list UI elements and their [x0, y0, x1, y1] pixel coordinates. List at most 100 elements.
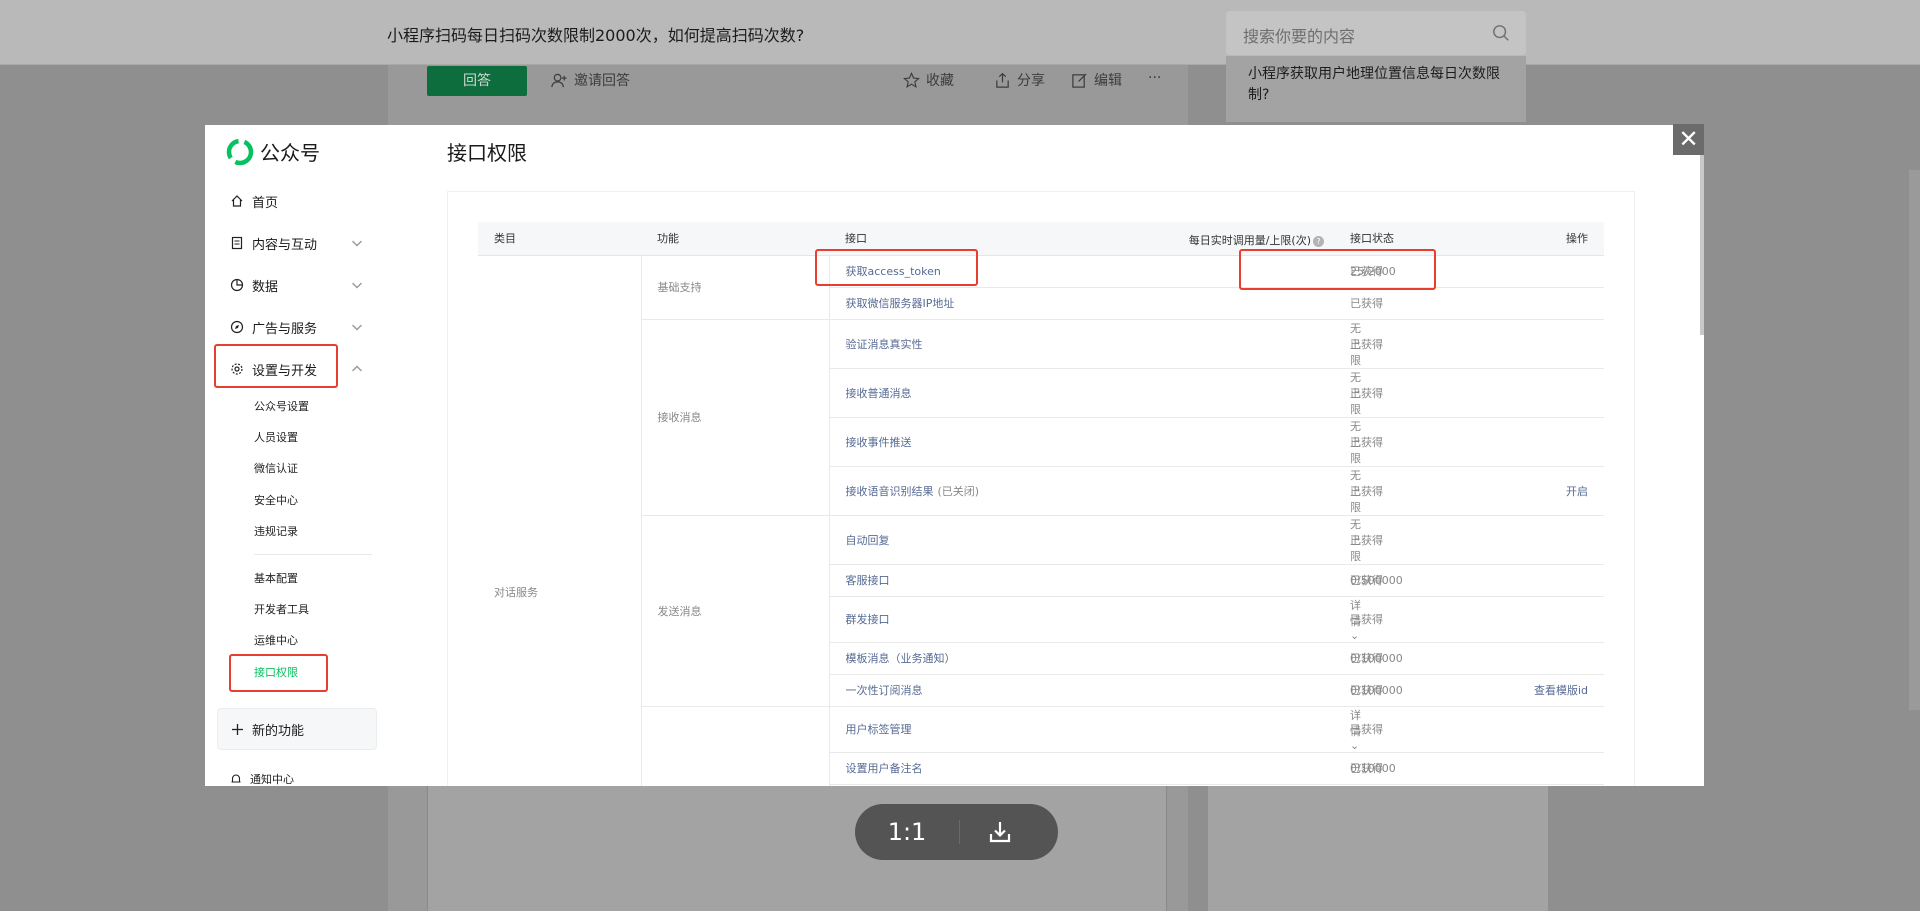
answer-button[interactable]: 回答 — [427, 66, 527, 96]
header-function: 功能 — [641, 222, 829, 256]
sub-nav-account-settings[interactable]: 公众号设置 — [254, 398, 309, 414]
api-name[interactable]: 接收事件推送 — [846, 436, 912, 449]
edit-label: 编辑 — [1094, 73, 1122, 89]
api-name[interactable]: 自动回复 — [846, 534, 890, 547]
operation-cell — [1464, 368, 1604, 418]
operation-cell — [1464, 752, 1604, 785]
api-note: (已关闭) — [937, 484, 980, 498]
related-question-link[interactable]: 小程序获取用户地理位置信息每日次数限制? — [1248, 64, 1518, 106]
highlight-box-token-limit — [1239, 249, 1436, 290]
operation-cell — [1464, 417, 1604, 467]
api-name[interactable]: 模板消息（业务通知） — [846, 652, 956, 665]
close-preview-button[interactable]: ✕ — [1673, 124, 1704, 155]
operation-cell — [1464, 642, 1604, 675]
api-name-cell[interactable]: 用户标签管理 — [829, 706, 1334, 753]
api-name-cell[interactable]: 自动回复 — [829, 515, 1334, 565]
nav-item-ads[interactable]: 广告与服务 — [230, 316, 362, 338]
api-name-cell[interactable]: 模板消息（业务通知） — [829, 642, 1334, 675]
nav-item-label: 内容与互动 — [252, 237, 318, 253]
search-icon[interactable] — [1492, 24, 1510, 42]
nav-item-data[interactable]: 数据 — [230, 274, 362, 296]
api-name-cell[interactable]: 接收普通消息 — [829, 368, 1334, 418]
function-group-cell: 发送消息 — [641, 515, 830, 707]
api-name-cell[interactable]: 获取微信服务器IP地址 — [829, 287, 1334, 320]
api-name-cell[interactable]: 接收事件推送 — [829, 417, 1334, 467]
api-name[interactable]: 验证消息真实性 — [846, 338, 923, 351]
api-name[interactable]: 设置用户备注名 — [846, 762, 923, 775]
table-row: 用户管理用户标签管理详情 ⌄已获得 — [478, 706, 1604, 786]
plus-icon — [232, 723, 243, 735]
modal-scrollbar[interactable] — [1700, 125, 1704, 335]
operation-cell — [1464, 564, 1604, 597]
invite-answer-button[interactable]: 邀请回答 — [551, 70, 630, 90]
background-topbar — [0, 0, 1920, 65]
collect-button[interactable]: 收藏 — [903, 70, 954, 90]
sub-nav-staff-settings[interactable]: 人员设置 — [254, 429, 298, 445]
new-function-button[interactable]: 新的功能 — [217, 708, 377, 750]
invite-answer-label: 邀请回答 — [574, 73, 630, 89]
highlight-box-settings — [214, 344, 338, 388]
search-box[interactable]: 搜索你要的内容 — [1226, 11, 1526, 55]
api-name[interactable]: 获取微信服务器IP地址 — [846, 297, 955, 310]
nav-item-label: 首页 — [252, 195, 279, 211]
search-input[interactable]: 搜索你要的内容 — [1243, 23, 1355, 47]
api-name-cell[interactable]: 验证消息真实性 — [829, 319, 1334, 369]
download-icon[interactable] — [987, 819, 1013, 845]
more-button[interactable]: ··· — [1148, 70, 1161, 86]
header-daily-limit: 每日实时调用量/上限(次) — [1188, 234, 1311, 247]
chevron-up-icon — [352, 365, 362, 372]
question-title[interactable]: 小程序扫码每日扫码次数限制2000次，如何提高扫码次数? — [387, 22, 804, 46]
sub-nav-violation-records[interactable]: 违规记录 — [254, 523, 298, 539]
api-name[interactable]: 用户标签管理 — [846, 723, 912, 736]
nav-item-content[interactable]: 内容与互动 — [230, 232, 362, 254]
sub-nav-wechat-verify[interactable]: 微信认证 — [254, 460, 298, 476]
function-group-cell: 用户管理 — [641, 706, 830, 786]
notification-label: 通知中心 — [250, 773, 294, 786]
more-label: ··· — [1148, 70, 1162, 86]
chevron-down-icon — [352, 324, 362, 331]
table-row: 发送消息 自动回复 无上限 已获得 — [478, 515, 1604, 707]
api-name[interactable]: 一次性订阅消息 — [846, 684, 923, 697]
highlight-box-api-permissions — [229, 654, 328, 692]
api-name-cell[interactable]: 获取用户基本信息 — [829, 784, 1334, 786]
api-name-cell[interactable]: 客服接口 — [829, 564, 1334, 597]
pie-chart-icon — [230, 278, 244, 292]
api-name[interactable]: 接收普通消息 — [846, 387, 912, 400]
edit-button[interactable]: 编辑 — [1071, 70, 1122, 90]
status-cell: 已获得 — [1334, 752, 1464, 785]
sub-nav-basic-config[interactable]: 基本配置 — [254, 570, 298, 586]
wechat-logo-icon — [226, 138, 254, 165]
operation-cell — [1464, 319, 1604, 369]
operation-cell — [1464, 255, 1604, 288]
highlight-box-access-token — [815, 249, 978, 286]
api-name-cell[interactable]: 接收语音识别结果 (已关闭) — [829, 466, 1334, 516]
sub-nav-divider — [254, 554, 372, 555]
api-name-cell[interactable]: 群发接口 — [829, 596, 1334, 643]
api-name[interactable]: 客服接口 — [846, 574, 890, 587]
image-viewer-toolbar: 1:1 — [855, 804, 1058, 860]
header-limit-wrap: 每日实时调用量/上限(次)? — [1189, 232, 1324, 248]
chevron-down-icon — [352, 240, 362, 247]
api-name[interactable]: 群发接口 — [846, 613, 890, 626]
share-button[interactable]: 分享 — [994, 70, 1045, 90]
category-cell: 对话服务 — [478, 255, 642, 786]
header-category: 类目 — [478, 222, 641, 256]
nav-item-home[interactable]: 首页 — [230, 190, 278, 212]
sub-nav-ops-center[interactable]: 运维中心 — [254, 632, 298, 648]
operation-cell[interactable]: 查看模版id — [1464, 674, 1604, 707]
collect-label: 收藏 — [926, 73, 954, 89]
new-function-label: 新的功能 — [252, 723, 305, 739]
toolbar-divider — [959, 820, 960, 844]
notification-center[interactable]: 通知中心 — [230, 771, 294, 786]
page-scrollbar[interactable] — [1909, 170, 1920, 710]
sub-nav-developer-tools[interactable]: 开发者工具 — [254, 601, 309, 617]
actual-size-button[interactable]: 1:1 — [855, 804, 959, 860]
api-name[interactable]: 接收语音识别结果 — [846, 485, 934, 498]
operation-cell[interactable]: 开启 — [1464, 466, 1604, 516]
question-icon[interactable]: ? — [1313, 236, 1324, 247]
api-name-cell[interactable]: 设置用户备注名 — [829, 752, 1334, 785]
sub-nav-security-center[interactable]: 安全中心 — [254, 492, 298, 508]
operation-cell — [1464, 515, 1604, 565]
api-name-cell[interactable]: 一次性订阅消息 — [829, 674, 1334, 707]
header-api: 接口 — [845, 232, 867, 246]
